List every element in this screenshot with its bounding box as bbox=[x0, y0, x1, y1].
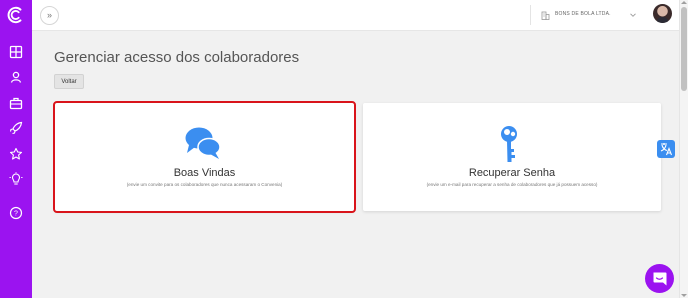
translate-button[interactable] bbox=[657, 140, 675, 158]
briefcase-icon[interactable] bbox=[9, 96, 23, 110]
page-title: Gerenciar acesso dos colaboradores bbox=[54, 49, 300, 66]
chat-bubbles-icon bbox=[185, 127, 221, 159]
lightbulb-icon[interactable] bbox=[9, 172, 23, 186]
double-chevron-right-icon: » bbox=[46, 10, 52, 20]
back-button[interactable]: Voltar bbox=[54, 74, 84, 89]
welcome-card-subtitle: (envie um convite para os colaboradores … bbox=[126, 182, 283, 187]
sidebar: ? bbox=[0, 0, 32, 298]
page-scrollbar[interactable] bbox=[679, 0, 688, 298]
help-icon[interactable]: ? bbox=[9, 206, 23, 220]
chat-icon bbox=[653, 272, 667, 286]
building-icon bbox=[541, 11, 550, 20]
welcome-card-title: Boas Vindas bbox=[173, 167, 236, 179]
scroll-up-arrow-icon[interactable] bbox=[681, 1, 687, 4]
expand-sidebar-button[interactable]: » bbox=[40, 6, 59, 25]
dashboard-icon[interactable] bbox=[9, 45, 23, 59]
company-name: BONS DE BOLA LTDA. bbox=[555, 11, 611, 17]
translate-icon bbox=[660, 143, 673, 156]
scrollbar-thumb[interactable] bbox=[681, 7, 687, 91]
welcome-card[interactable]: Boas Vindas (envie um convite para os co… bbox=[53, 101, 356, 213]
chat-support-button[interactable] bbox=[645, 264, 674, 293]
convenia-logo-icon[interactable] bbox=[7, 6, 25, 24]
user-avatar[interactable] bbox=[653, 4, 672, 23]
rocket-icon[interactable] bbox=[9, 121, 23, 135]
scroll-down-arrow-icon[interactable] bbox=[681, 294, 687, 297]
reset-password-card-title: Recuperar Senha bbox=[468, 167, 556, 179]
chevron-down-icon bbox=[630, 13, 636, 17]
top-bar: » BONS DE BOLA LTDA. bbox=[32, 0, 680, 31]
svg-text:?: ? bbox=[14, 211, 18, 218]
key-icon bbox=[501, 126, 517, 162]
star-icon[interactable] bbox=[9, 147, 23, 161]
company-selector[interactable]: BONS DE BOLA LTDA. bbox=[530, 5, 651, 25]
reset-password-card-subtitle: (envie um e-mail para recuperar a senha … bbox=[426, 182, 598, 187]
reset-password-card[interactable]: Recuperar Senha (envie um e-mail para re… bbox=[363, 103, 661, 211]
user-icon[interactable] bbox=[9, 70, 23, 84]
